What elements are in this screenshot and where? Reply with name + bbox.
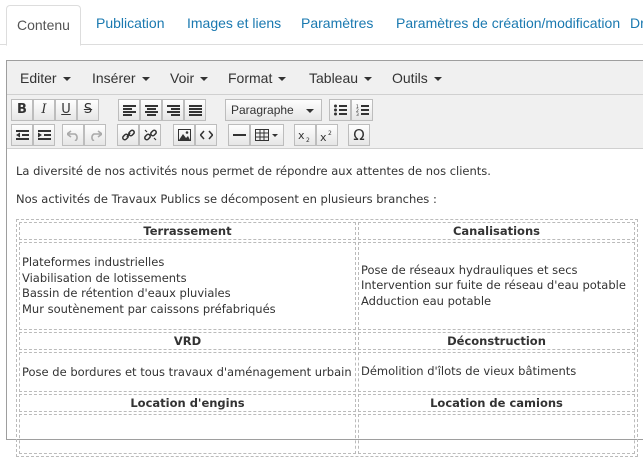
table-row [19,414,635,454]
list-item: Démolition d'îlots de vieux bâtiments [361,364,577,379]
table-header-cell: VRD [19,332,356,350]
table-row: Location d'engins Location de camions [19,394,635,412]
list-item: Viabilisation de lotissements [22,270,187,285]
outdent-icon[interactable] [11,124,33,146]
bullet-list-icon[interactable] [329,99,351,121]
list-item: Mur soutènement par caissons préfabriqué… [22,301,276,316]
menu-label: Outils [392,70,428,86]
align-center-icon[interactable] [140,99,162,121]
table-row: Pose de bordures et tous travaux d'aména… [19,352,635,392]
toolbar: B I U S Paragraphe 123 x2 x2 Ω [7,95,643,149]
menu-label: Voir [170,70,195,86]
underline-icon[interactable]: U [55,99,77,121]
list-item: Bassin de rétention d'eaux pluviales [22,286,231,300]
table-header-cell: Canalisations [358,222,635,240]
list-item: Pose de réseaux hydrauliques et secs [361,262,578,277]
menu-format[interactable]: Format [228,61,287,95]
caret-down-icon [433,77,442,82]
svg-text:2: 2 [306,137,310,142]
tab-publication[interactable]: Publication [96,0,165,45]
menu-editer[interactable]: Editer [20,61,71,95]
code-icon[interactable] [195,124,217,146]
table-row: Terrassement Canalisations [19,222,635,240]
tab-parametres[interactable]: Paramètres [301,0,373,45]
table-row: VRD Déconstruction [19,332,635,350]
table-cell: Pose de réseaux hydrauliques et secs Int… [358,242,635,330]
menu-label: Format [228,70,273,86]
paragraph: La diversité de nos activités nous perme… [16,164,491,178]
menu-voir[interactable]: Voir [170,61,209,95]
subscript-icon[interactable]: x2 [294,124,316,146]
caret-down-icon [278,77,287,82]
numbered-list-icon[interactable]: 123 [351,99,373,121]
content-table: Terrassement Canalisations Plateformes i… [16,219,638,457]
table-header-cell: Location de camions [358,394,635,412]
menu-tableau[interactable]: Tableau [309,61,373,95]
menu-label: Insérer [92,70,136,86]
tab-contenu[interactable]: Contenu [6,5,81,46]
table-header-cell: Terrassement [19,222,356,240]
bold-icon[interactable]: B [11,99,33,121]
italic-icon[interactable]: I [33,99,55,121]
list-item: Plateformes industrielles [22,255,165,269]
align-left-icon[interactable] [118,99,140,121]
caret-down-icon [62,77,71,82]
caret-down-icon [141,77,150,82]
strikethrough-icon[interactable]: S [77,99,99,121]
horizontal-rule-icon[interactable] [228,124,250,146]
table-header-cell: Déconstruction [358,332,635,350]
caret-down-icon [364,77,373,82]
svg-text:2: 2 [328,130,332,137]
menu-label: Editer [20,70,57,86]
align-justify-icon[interactable] [184,99,206,121]
table-cell: Pose de bordures et tous travaux d'aména… [19,352,356,392]
format-select[interactable]: Paragraphe [225,99,322,121]
table-icon[interactable] [250,124,284,146]
table-cell [358,414,635,454]
undo-icon[interactable] [62,124,84,146]
link-icon[interactable] [117,124,139,146]
tab-parametres-creation[interactable]: Paramètres de création/modification [396,0,620,45]
list-item: Pose de bordures et tous travaux d'aména… [22,365,352,379]
indent-icon[interactable] [33,124,55,146]
special-char-icon[interactable]: Ω [348,124,370,146]
tab-images-et-liens[interactable]: Images et liens [187,0,281,45]
superscript-icon[interactable]: x2 [316,124,338,146]
tab-bar: Contenu Publication Images et liens Para… [0,0,643,46]
paragraph: Nos activités de Travaux Publics se déco… [16,192,437,206]
table-cell [19,414,356,454]
unlink-icon[interactable] [139,124,161,146]
image-icon[interactable] [173,124,195,146]
format-select-value: Paragraphe [231,103,294,117]
caret-down-icon [200,77,209,82]
menu-outils[interactable]: Outils [392,61,442,95]
menu-inserer[interactable]: Insérer [92,61,150,95]
align-right-icon[interactable] [162,99,184,121]
menu-label: Tableau [309,70,359,86]
table-row: Plateformes industrielles Viabilisation … [19,242,635,330]
table-header-cell: Location d'engins [19,394,356,412]
caret-down-icon [306,109,314,113]
list-item: Intervention sur fuite de réseau d'eau p… [361,278,626,293]
svg-text:x: x [298,129,305,142]
svg-text:3: 3 [356,112,359,116]
tab-dr[interactable]: Dr [630,0,643,45]
menubar: Editer Insérer Voir Format Tableau Outil… [7,61,643,95]
table-cell: Plateformes industrielles Viabilisation … [19,242,356,330]
svg-text:x: x [320,131,327,142]
table-cell: Démolition d'îlots de vieux bâtiments [358,352,635,392]
rich-text-editor: Editer Insérer Voir Format Tableau Outil… [6,60,643,457]
list-item: Adduction eau potable [361,293,492,308]
redo-icon[interactable] [84,124,106,146]
editor-content[interactable]: La diversité de nos activités nous perme… [7,150,643,457]
